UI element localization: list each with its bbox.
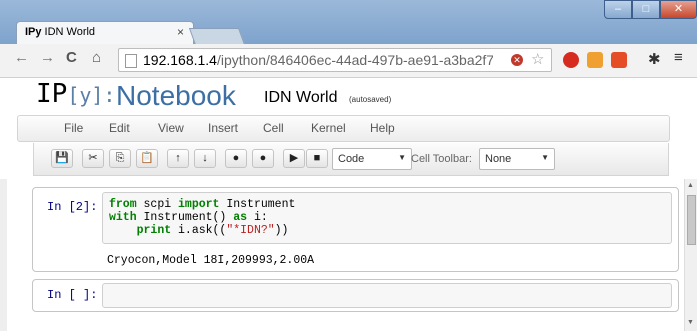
maximize-button[interactable]: □ — [632, 0, 660, 19]
menu-kernel[interactable]: Kernel — [311, 121, 346, 135]
notebook-name[interactable]: IDN World — [264, 89, 338, 107]
blocked-icon[interactable]: ✕ — [511, 54, 523, 66]
cell-toolbar-value: None — [485, 153, 512, 165]
menu-edit[interactable]: Edit — [109, 121, 130, 135]
reload-icon[interactable]: C — [66, 49, 77, 66]
cut-icon[interactable]: ✂ — [82, 149, 104, 168]
cell-type-select[interactable]: Code ▼ — [332, 148, 412, 170]
address-bar[interactable]: 192.168.1.4/ipython/846406ec-44ad-497b-a… — [118, 48, 552, 72]
scrollbar-thumb[interactable] — [687, 195, 696, 245]
tab-close-icon[interactable]: × — [177, 25, 184, 39]
empty-code-cell[interactable]: In [ ]: — [32, 279, 679, 312]
menu-insert[interactable]: Insert — [208, 121, 238, 135]
url-path: /ipython/846406ec-44ad-497b-ae91-a3ba2f7… — [216, 52, 493, 68]
notebook-content: In [2]: from scpi import Instrument with… — [0, 179, 697, 331]
chevron-down-icon: ▼ — [541, 153, 549, 162]
forward-arrow-icon[interactable]: → — [40, 49, 55, 66]
home-icon[interactable]: ⌂ — [92, 49, 101, 66]
step-up-icon[interactable]: ● — [225, 149, 247, 168]
new-tab-button[interactable] — [188, 28, 246, 45]
scroll-down-arrow-icon[interactable]: ▼ — [687, 319, 694, 326]
code-cell[interactable]: In [2]: from scpi import Instrument with… — [32, 187, 679, 272]
move-up-icon[interactable]: ↑ — [167, 149, 189, 168]
url-text: 192.168.1.4/ipython/846406ec-44ad-497b-a… — [143, 52, 493, 68]
logo-prefix: IP — [36, 79, 68, 109]
save-icon[interactable]: 💾 — [51, 149, 73, 168]
settings-gear-icon[interactable]: ✱ — [648, 50, 661, 68]
cell-type-value: Code — [338, 153, 365, 165]
minimize-button[interactable]: ‒ — [604, 0, 632, 19]
input-prompt: In [2]: — [47, 200, 98, 214]
ipython-logo: IP[y]: — [36, 79, 115, 109]
move-down-icon[interactable]: ↓ — [194, 149, 216, 168]
vertical-scrollbar[interactable]: ▲ ▼ — [684, 179, 697, 331]
copy-icon[interactable]: ⎘ — [109, 149, 131, 168]
code-input[interactable] — [102, 283, 672, 308]
browser-tab[interactable]: IPy IDN World × — [16, 21, 194, 44]
url-host: 192.168.1.4 — [143, 52, 217, 68]
tab-title-text: IDN World — [44, 26, 96, 38]
browser-toolbar: ← → C ⌂ 192.168.1.4/ipython/846406ec-44a… — [0, 44, 697, 78]
notebook-word: Notebook — [116, 80, 236, 111]
scroll-up-arrow-icon[interactable]: ▲ — [687, 182, 694, 189]
html5-extension-icon[interactable] — [611, 52, 627, 68]
stop-icon[interactable]: ■ — [306, 149, 328, 168]
menu-icon[interactable]: ≡ — [674, 49, 683, 66]
close-button[interactable]: ✕ — [660, 0, 697, 19]
code-input[interactable]: from scpi import Instrument with Instrum… — [102, 192, 672, 244]
notebook-menubar: File Edit View Insert Cell Kernel Help — [17, 115, 670, 142]
notebook-sheet: In [2]: from scpi import Instrument with… — [7, 179, 684, 331]
tab-title: IPy IDN World — [25, 26, 95, 38]
code-text: from scpi import Instrument with Instrum… — [109, 198, 296, 237]
input-prompt: In [ ]: — [47, 288, 98, 302]
page-icon — [125, 54, 137, 68]
menu-view[interactable]: View — [158, 121, 184, 135]
extension-orange-icon[interactable] — [587, 52, 603, 68]
menu-cell[interactable]: Cell — [263, 121, 284, 135]
chevron-down-icon: ▼ — [398, 153, 406, 162]
logo-bracket: [y]: — [67, 83, 116, 107]
ipython-favicon: IPy — [25, 26, 42, 38]
back-arrow-icon[interactable]: ← — [14, 49, 29, 66]
menu-file[interactable]: File — [64, 121, 83, 135]
cell-toolbar-select[interactable]: None ▼ — [479, 148, 555, 170]
run-icon[interactable]: ▶ — [283, 149, 305, 168]
cell-output: Cryocon,Model 18I,209993,2.00A — [107, 254, 315, 267]
paste-icon[interactable]: 📋 — [136, 149, 158, 168]
cell-toolbar-label: Cell Toolbar: — [411, 153, 472, 165]
step-down-icon[interactable]: ● — [252, 149, 274, 168]
autosave-status: (autosaved) — [349, 95, 392, 104]
menu-help[interactable]: Help — [370, 121, 395, 135]
extension-red-icon[interactable] — [563, 52, 579, 68]
notebook-toolbar: 💾 ✂ ⎘ 📋 ↑ ↓ ● ● ▶ ■ Code ▼ Cell Toolbar:… — [33, 143, 669, 176]
bookmark-star-icon[interactable]: ☆ — [531, 50, 544, 68]
